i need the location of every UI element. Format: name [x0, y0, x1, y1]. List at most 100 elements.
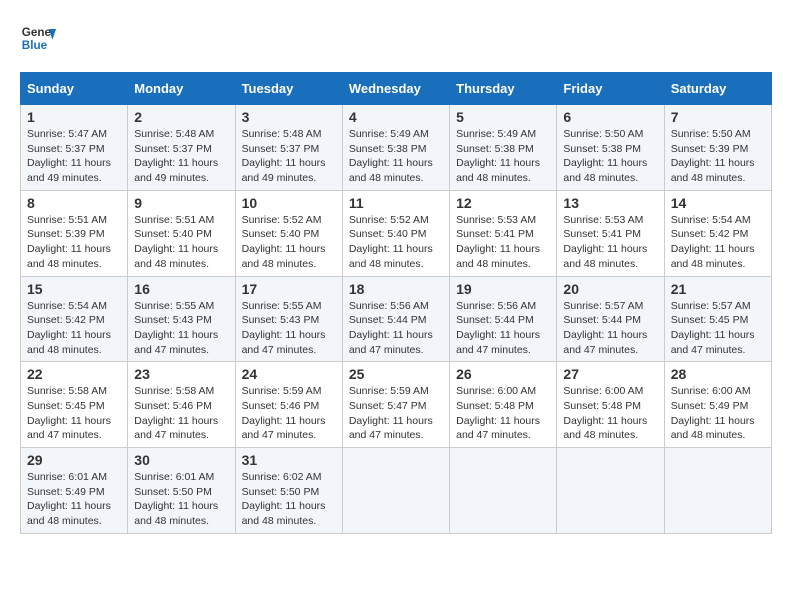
day-info: Sunrise: 5:55 AM Sunset: 5:43 PM Dayligh…: [242, 299, 336, 358]
header-cell-monday: Monday: [128, 73, 235, 105]
day-number: 26: [456, 366, 550, 382]
day-number: 22: [27, 366, 121, 382]
day-cell: [664, 448, 771, 534]
day-info: Sunrise: 5:52 AM Sunset: 5:40 PM Dayligh…: [349, 213, 443, 272]
day-number: 29: [27, 452, 121, 468]
day-cell: 31 Sunrise: 6:02 AM Sunset: 5:50 PM Dayl…: [235, 448, 342, 534]
day-number: 18: [349, 281, 443, 297]
day-cell: 23 Sunrise: 5:58 AM Sunset: 5:46 PM Dayl…: [128, 362, 235, 448]
day-info: Sunrise: 5:54 AM Sunset: 5:42 PM Dayligh…: [27, 299, 121, 358]
day-cell: 16 Sunrise: 5:55 AM Sunset: 5:43 PM Dayl…: [128, 276, 235, 362]
day-info: Sunrise: 5:49 AM Sunset: 5:38 PM Dayligh…: [349, 127, 443, 186]
day-info: Sunrise: 5:51 AM Sunset: 5:40 PM Dayligh…: [134, 213, 228, 272]
day-cell: 13 Sunrise: 5:53 AM Sunset: 5:41 PM Dayl…: [557, 190, 664, 276]
day-number: 17: [242, 281, 336, 297]
day-info: Sunrise: 5:57 AM Sunset: 5:44 PM Dayligh…: [563, 299, 657, 358]
day-cell: [450, 448, 557, 534]
day-number: 13: [563, 195, 657, 211]
header-cell-tuesday: Tuesday: [235, 73, 342, 105]
day-cell: 24 Sunrise: 5:59 AM Sunset: 5:46 PM Dayl…: [235, 362, 342, 448]
day-cell: 27 Sunrise: 6:00 AM Sunset: 5:48 PM Dayl…: [557, 362, 664, 448]
day-number: 5: [456, 109, 550, 125]
day-info: Sunrise: 5:57 AM Sunset: 5:45 PM Dayligh…: [671, 299, 765, 358]
day-cell: 14 Sunrise: 5:54 AM Sunset: 5:42 PM Dayl…: [664, 190, 771, 276]
day-cell: 19 Sunrise: 5:56 AM Sunset: 5:44 PM Dayl…: [450, 276, 557, 362]
day-number: 1: [27, 109, 121, 125]
day-number: 10: [242, 195, 336, 211]
day-info: Sunrise: 6:00 AM Sunset: 5:48 PM Dayligh…: [456, 384, 550, 443]
day-cell: 11 Sunrise: 5:52 AM Sunset: 5:40 PM Dayl…: [342, 190, 449, 276]
day-cell: 10 Sunrise: 5:52 AM Sunset: 5:40 PM Dayl…: [235, 190, 342, 276]
calendar-header-row: SundayMondayTuesdayWednesdayThursdayFrid…: [21, 73, 772, 105]
day-cell: [342, 448, 449, 534]
day-info: Sunrise: 5:58 AM Sunset: 5:45 PM Dayligh…: [27, 384, 121, 443]
day-info: Sunrise: 5:51 AM Sunset: 5:39 PM Dayligh…: [27, 213, 121, 272]
day-info: Sunrise: 5:56 AM Sunset: 5:44 PM Dayligh…: [456, 299, 550, 358]
day-cell: 30 Sunrise: 6:01 AM Sunset: 5:50 PM Dayl…: [128, 448, 235, 534]
day-number: 7: [671, 109, 765, 125]
day-number: 27: [563, 366, 657, 382]
day-info: Sunrise: 5:50 AM Sunset: 5:39 PM Dayligh…: [671, 127, 765, 186]
day-info: Sunrise: 6:01 AM Sunset: 5:50 PM Dayligh…: [134, 470, 228, 529]
day-number: 15: [27, 281, 121, 297]
header-cell-saturday: Saturday: [664, 73, 771, 105]
day-info: Sunrise: 6:01 AM Sunset: 5:49 PM Dayligh…: [27, 470, 121, 529]
day-number: 8: [27, 195, 121, 211]
day-info: Sunrise: 5:56 AM Sunset: 5:44 PM Dayligh…: [349, 299, 443, 358]
day-cell: 25 Sunrise: 5:59 AM Sunset: 5:47 PM Dayl…: [342, 362, 449, 448]
day-cell: 6 Sunrise: 5:50 AM Sunset: 5:38 PM Dayli…: [557, 105, 664, 191]
day-info: Sunrise: 5:50 AM Sunset: 5:38 PM Dayligh…: [563, 127, 657, 186]
day-cell: 18 Sunrise: 5:56 AM Sunset: 5:44 PM Dayl…: [342, 276, 449, 362]
logo: General Blue: [20, 20, 56, 56]
header-cell-sunday: Sunday: [21, 73, 128, 105]
header-cell-wednesday: Wednesday: [342, 73, 449, 105]
day-info: Sunrise: 5:49 AM Sunset: 5:38 PM Dayligh…: [456, 127, 550, 186]
day-number: 11: [349, 195, 443, 211]
day-cell: 28 Sunrise: 6:00 AM Sunset: 5:49 PM Dayl…: [664, 362, 771, 448]
day-cell: 3 Sunrise: 5:48 AM Sunset: 5:37 PM Dayli…: [235, 105, 342, 191]
week-row-2: 8 Sunrise: 5:51 AM Sunset: 5:39 PM Dayli…: [21, 190, 772, 276]
day-number: 12: [456, 195, 550, 211]
day-cell: 17 Sunrise: 5:55 AM Sunset: 5:43 PM Dayl…: [235, 276, 342, 362]
day-cell: 22 Sunrise: 5:58 AM Sunset: 5:45 PM Dayl…: [21, 362, 128, 448]
day-number: 3: [242, 109, 336, 125]
day-info: Sunrise: 5:48 AM Sunset: 5:37 PM Dayligh…: [134, 127, 228, 186]
day-number: 31: [242, 452, 336, 468]
day-number: 19: [456, 281, 550, 297]
week-row-5: 29 Sunrise: 6:01 AM Sunset: 5:49 PM Dayl…: [21, 448, 772, 534]
day-info: Sunrise: 6:02 AM Sunset: 5:50 PM Dayligh…: [242, 470, 336, 529]
day-number: 20: [563, 281, 657, 297]
day-info: Sunrise: 6:00 AM Sunset: 5:49 PM Dayligh…: [671, 384, 765, 443]
day-cell: 8 Sunrise: 5:51 AM Sunset: 5:39 PM Dayli…: [21, 190, 128, 276]
header-cell-friday: Friday: [557, 73, 664, 105]
day-number: 21: [671, 281, 765, 297]
day-number: 28: [671, 366, 765, 382]
day-info: Sunrise: 5:52 AM Sunset: 5:40 PM Dayligh…: [242, 213, 336, 272]
week-row-3: 15 Sunrise: 5:54 AM Sunset: 5:42 PM Dayl…: [21, 276, 772, 362]
day-cell: 20 Sunrise: 5:57 AM Sunset: 5:44 PM Dayl…: [557, 276, 664, 362]
day-info: Sunrise: 5:59 AM Sunset: 5:46 PM Dayligh…: [242, 384, 336, 443]
day-info: Sunrise: 5:54 AM Sunset: 5:42 PM Dayligh…: [671, 213, 765, 272]
day-number: 2: [134, 109, 228, 125]
svg-text:Blue: Blue: [22, 39, 48, 52]
day-number: 9: [134, 195, 228, 211]
day-cell: 4 Sunrise: 5:49 AM Sunset: 5:38 PM Dayli…: [342, 105, 449, 191]
day-cell: 5 Sunrise: 5:49 AM Sunset: 5:38 PM Dayli…: [450, 105, 557, 191]
day-cell: [557, 448, 664, 534]
day-info: Sunrise: 5:55 AM Sunset: 5:43 PM Dayligh…: [134, 299, 228, 358]
day-cell: 21 Sunrise: 5:57 AM Sunset: 5:45 PM Dayl…: [664, 276, 771, 362]
day-number: 23: [134, 366, 228, 382]
day-cell: 1 Sunrise: 5:47 AM Sunset: 5:37 PM Dayli…: [21, 105, 128, 191]
day-cell: 9 Sunrise: 5:51 AM Sunset: 5:40 PM Dayli…: [128, 190, 235, 276]
day-info: Sunrise: 5:53 AM Sunset: 5:41 PM Dayligh…: [456, 213, 550, 272]
day-info: Sunrise: 5:59 AM Sunset: 5:47 PM Dayligh…: [349, 384, 443, 443]
week-row-4: 22 Sunrise: 5:58 AM Sunset: 5:45 PM Dayl…: [21, 362, 772, 448]
day-number: 25: [349, 366, 443, 382]
day-cell: 15 Sunrise: 5:54 AM Sunset: 5:42 PM Dayl…: [21, 276, 128, 362]
day-number: 4: [349, 109, 443, 125]
day-cell: 26 Sunrise: 6:00 AM Sunset: 5:48 PM Dayl…: [450, 362, 557, 448]
day-cell: 29 Sunrise: 6:01 AM Sunset: 5:49 PM Dayl…: [21, 448, 128, 534]
day-number: 14: [671, 195, 765, 211]
day-info: Sunrise: 5:53 AM Sunset: 5:41 PM Dayligh…: [563, 213, 657, 272]
logo-icon: General Blue: [20, 20, 56, 56]
